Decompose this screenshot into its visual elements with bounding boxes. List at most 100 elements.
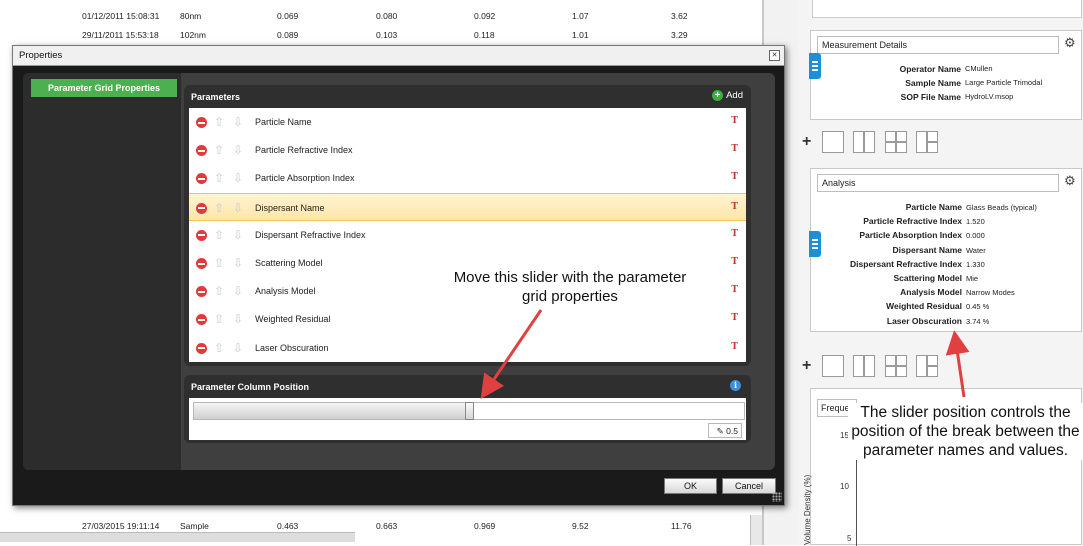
- report-value: 1.520: [966, 217, 985, 227]
- remove-icon[interactable]: [196, 117, 207, 128]
- parameter-label: Particle Name: [255, 117, 312, 127]
- column-position-header: Parameter Column Position i: [184, 375, 751, 398]
- report-card-top: [812, 0, 1082, 18]
- move-down-icon[interactable]: ⇩: [233, 116, 245, 128]
- move-down-icon[interactable]: ⇩: [233, 229, 245, 241]
- text-format-icon[interactable]: T: [731, 313, 738, 323]
- text-format-icon[interactable]: T: [731, 116, 738, 126]
- parameter-row[interactable]: ⇧ ⇩ Laser Obscuration T: [189, 334, 746, 362]
- resize-grip-icon[interactable]: [772, 492, 782, 502]
- add-label: Add: [726, 90, 743, 101]
- move-up-icon[interactable]: ⇧: [214, 342, 226, 354]
- move-up-icon[interactable]: ⇧: [214, 257, 226, 269]
- remove-icon[interactable]: [196, 342, 207, 354]
- remove-icon[interactable]: [196, 286, 207, 298]
- layout-single-icon[interactable]: [822, 131, 844, 153]
- add-block-icon[interactable]: +: [802, 133, 811, 151]
- layout-two-column-icon[interactable]: [853, 131, 875, 153]
- move-down-icon[interactable]: ⇩: [233, 172, 245, 184]
- text-format-icon[interactable]: T: [731, 229, 738, 239]
- parameter-row[interactable]: ⇧ ⇩ Particle Name T: [189, 108, 746, 136]
- add-icon: +: [712, 90, 724, 101]
- remove-icon[interactable]: [196, 314, 207, 326]
- text-format-icon[interactable]: T: [731, 342, 738, 352]
- report-row: Weighted Residual: [810, 301, 962, 313]
- report-row: Operator Name: [811, 64, 961, 76]
- parameter-row[interactable]: ⇧ ⇩ Dispersant Name T: [189, 192, 746, 221]
- move-down-icon[interactable]: ⇩: [233, 257, 245, 269]
- move-up-icon[interactable]: ⇧: [214, 313, 226, 325]
- move-down-icon[interactable]: ⇩: [233, 202, 245, 214]
- layout-two-column-icon[interactable]: [853, 355, 875, 377]
- move-down-icon[interactable]: ⇩: [233, 144, 245, 156]
- report-value: Water: [966, 245, 986, 255]
- report-value: Mie: [966, 274, 979, 283]
- text-format-icon[interactable]: T: [731, 257, 738, 267]
- table-row[interactable]: 29/11/2011 15:53:18 102nm 0.089 0.103 0.…: [0, 25, 760, 45]
- move-up-icon[interactable]: ⇧: [214, 144, 226, 156]
- layout-grid-icon[interactable]: [885, 131, 907, 153]
- analysis-title[interactable]: Analysis: [817, 174, 1059, 192]
- slider-thumb[interactable]: [465, 402, 474, 420]
- layout-toolbar: +: [798, 352, 1083, 380]
- move-up-icon[interactable]: ⇧: [214, 172, 226, 184]
- measurement-details-title[interactable]: Measurement Details: [817, 36, 1059, 54]
- parameters-panel: Parameters + Add ⇧ ⇩ Particle Name T ⇧ ⇩ Parti…: [184, 85, 751, 366]
- add-block-icon[interactable]: +: [802, 357, 811, 375]
- column-position-value-field[interactable]: ✎ 0.5: [708, 423, 742, 438]
- table-cell: 0.663: [376, 521, 398, 531]
- layout-grid-icon[interactable]: [885, 355, 907, 377]
- move-up-icon[interactable]: ⇧: [214, 285, 226, 297]
- move-up-icon[interactable]: ⇧: [214, 229, 226, 241]
- remove-icon[interactable]: [196, 145, 207, 157]
- move-down-icon[interactable]: ⇩: [233, 342, 245, 354]
- table-row[interactable]: 01/12/2011 15:08:31 80nm 0.069 0.080 0.0…: [0, 6, 760, 26]
- text-format-icon[interactable]: T: [731, 202, 738, 212]
- report-value: 0.45 %: [966, 302, 990, 312]
- remove-icon[interactable]: [196, 202, 207, 214]
- parameter-label: Laser Obscuration: [255, 342, 329, 353]
- table-cell: 80nm: [180, 11, 202, 21]
- cancel-button[interactable]: Cancel: [722, 478, 776, 494]
- gear-icon[interactable]: ⚙: [1064, 174, 1078, 188]
- parameters-header: Parameters + Add: [184, 85, 751, 108]
- parameter-label: Dispersant Name: [255, 202, 325, 213]
- remove-icon[interactable]: [196, 229, 207, 241]
- text-format-icon[interactable]: T: [731, 144, 738, 154]
- layout-split-icon[interactable]: [916, 131, 938, 153]
- gear-icon[interactable]: ⚙: [1064, 36, 1078, 50]
- sidebar-item-parameter-grid-properties[interactable]: Parameter Grid Properties: [31, 79, 177, 97]
- chart-y-tick: 5: [847, 534, 852, 543]
- move-down-icon[interactable]: ⇩: [233, 285, 245, 297]
- table-vertical-scrollbar[interactable]: [750, 515, 762, 545]
- ok-button[interactable]: OK: [664, 478, 717, 494]
- close-icon[interactable]: ✕: [769, 50, 780, 61]
- dialog-titlebar[interactable]: Properties ✕: [13, 46, 784, 66]
- report-key: Weighted Residual: [886, 301, 962, 312]
- column-position-slider[interactable]: [193, 402, 745, 420]
- remove-icon[interactable]: [196, 173, 207, 185]
- report-key: Sample Name: [905, 78, 961, 88]
- report-value: 0.000: [966, 231, 985, 241]
- text-format-icon[interactable]: T: [731, 172, 738, 182]
- parameter-row[interactable]: ⇧ ⇩ Particle Absorption Index T: [189, 164, 746, 192]
- parameter-row[interactable]: ⇧ ⇩ Dispersant Refractive Index T: [189, 221, 746, 249]
- add-parameter-button[interactable]: + Add: [712, 90, 743, 101]
- move-up-icon[interactable]: ⇧: [214, 116, 226, 128]
- chart-y-label: Volume Density (%): [803, 474, 812, 545]
- chart-y-tick: 10: [840, 482, 849, 491]
- table-cell: 9.52: [572, 521, 589, 531]
- report-value: 1.330: [966, 259, 985, 269]
- parameter-row[interactable]: ⇧ ⇩ Particle Refractive Index T: [189, 136, 746, 164]
- move-up-icon[interactable]: ⇧: [214, 202, 226, 214]
- measurement-details-card: Measurement Details ⚙ Operator Name CMul…: [809, 30, 1082, 120]
- layout-single-icon[interactable]: [822, 355, 844, 377]
- remove-icon[interactable]: [196, 258, 207, 269]
- parameter-row[interactable]: ⇧ ⇩ Weighted Residual T: [189, 305, 746, 333]
- report-row: Particle Name: [810, 202, 962, 214]
- table-horizontal-scrollbar[interactable]: [0, 532, 355, 542]
- info-icon[interactable]: i: [730, 380, 741, 391]
- text-format-icon[interactable]: T: [731, 285, 738, 295]
- move-down-icon[interactable]: ⇩: [233, 313, 245, 325]
- layout-split-icon[interactable]: [916, 355, 938, 377]
